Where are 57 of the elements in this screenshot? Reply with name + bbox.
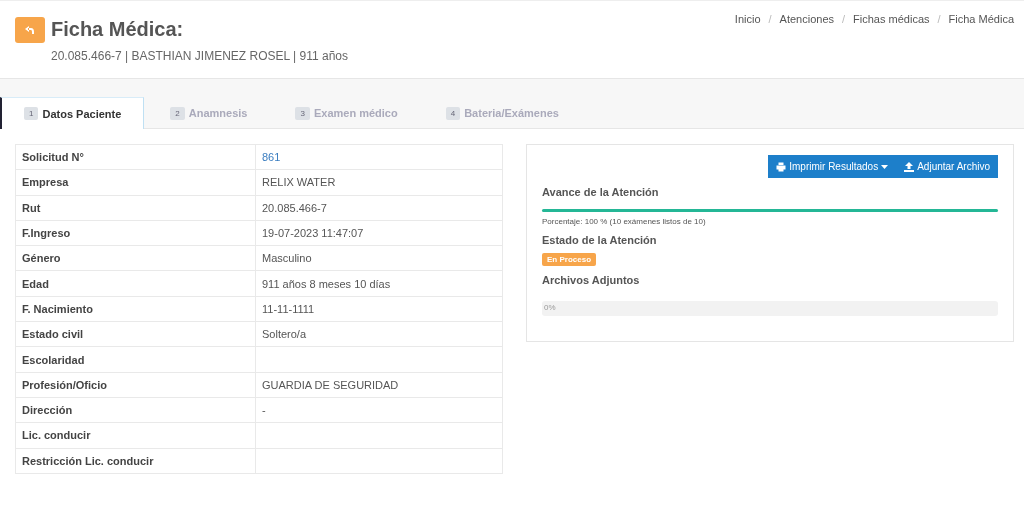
table-cell: - <box>255 397 503 423</box>
breadcrumb-separator: / <box>842 13 846 25</box>
table-cell: Edad <box>15 271 256 297</box>
tab-number: 1 <box>24 107 39 120</box>
print-results-button[interactable]: Imprimir Resultados <box>768 155 897 178</box>
caret-icon <box>881 164 889 169</box>
tab-number: 3 <box>295 106 310 120</box>
table-cell: Soltero/a <box>255 321 503 347</box>
section-heading: Estado de la Atención <box>542 234 658 246</box>
tab-label: Bateria/Exámenes <box>464 107 559 119</box>
back-button[interactable] <box>15 17 45 43</box>
breadcrumb-link[interactable]: Inicio <box>734 13 761 25</box>
breadcrumb-separator: / <box>937 13 941 25</box>
table-cell: Lic. conducir <box>15 422 256 449</box>
progress-text: Porcentaje: 100 % (10 exámenes listos de 10) <box>542 217 707 226</box>
tab[interactable]: 4 Bateria/Exámenes <box>423 98 581 128</box>
table-cell: 19-07-2023 11:47:07 <box>255 220 503 246</box>
table-cell: Profesión/Oficio <box>15 372 256 398</box>
upload-icon <box>904 161 915 172</box>
tab-label: Datos Paciente <box>42 107 122 120</box>
breadcrumb-link[interactable]: Ficha Médica <box>948 13 1014 25</box>
section-heading: Archivos Adjuntos <box>542 274 641 286</box>
table-cell: Restricción Lic. conducir <box>15 448 256 474</box>
tab[interactable]: 1 Datos Paciente <box>0 97 145 129</box>
table-cell: F. Nacimiento <box>15 296 256 322</box>
request-link[interactable]: 861 <box>262 151 281 164</box>
table-cell: Estado civil <box>15 321 256 347</box>
table-cell: Dirección <box>15 397 256 423</box>
table-cell: Solicitud N° <box>15 144 256 170</box>
table-cell: 11-11-1111 <box>255 296 503 322</box>
table-cell: F.Ingreso <box>15 220 256 246</box>
tab-number: 2 <box>170 106 185 120</box>
table-cell: Escolaridad <box>15 346 256 373</box>
tab[interactable]: 3 Examen médico <box>273 98 420 128</box>
breadcrumb-separator: / <box>768 13 772 25</box>
tab[interactable]: 2 Anamnesis <box>148 98 270 128</box>
table-cell: GUARDIA DE SEGURIDAD <box>255 372 503 398</box>
back-arrow-icon <box>24 24 36 36</box>
table-cell: Masculino <box>255 245 503 271</box>
table-cell: Rut <box>15 195 256 221</box>
page-title: Ficha Médica: <box>51 17 185 41</box>
status-badge: En Proceso <box>542 253 596 266</box>
tab-number: 4 <box>445 106 461 120</box>
table-cell: Género <box>15 245 256 271</box>
upload-percentage: 0% <box>544 303 556 312</box>
breadcrumb-link[interactable]: Fichas médicas <box>853 13 930 25</box>
breadcrumb-link[interactable]: Atenciones <box>779 13 835 25</box>
section-heading: Avance de la Atención <box>542 186 660 198</box>
table-cell: Empresa <box>15 169 256 196</box>
table-cell: RELIX WATER <box>255 169 503 196</box>
table-cell: 911 años 8 meses 10 días <box>255 271 503 297</box>
table-cell: 20.085.466-7 <box>255 195 503 221</box>
attach-file-button[interactable]: Adjuntar Archivo <box>896 155 998 178</box>
tab-label: Examen médico <box>313 107 398 119</box>
printer-icon <box>776 161 787 172</box>
patient-summary: 20.085.466-7 | BASTHIAN JIMENEZ ROSEL | 911 años <box>51 49 349 63</box>
tab-label: Anamnesis <box>188 107 248 119</box>
